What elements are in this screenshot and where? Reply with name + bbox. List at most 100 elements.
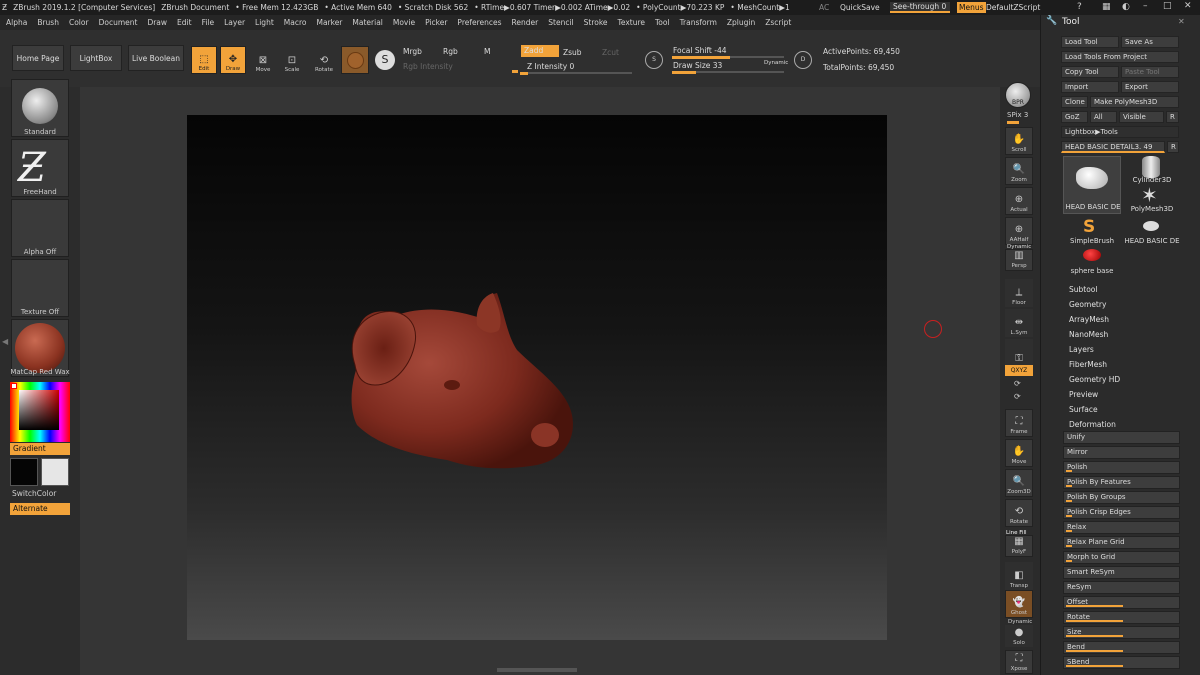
tool-thumb-cylinder3d[interactable]: Cylinder3D bbox=[1123, 156, 1181, 186]
menu-picker[interactable]: Picker bbox=[425, 18, 447, 27]
rgb-intensity-slider[interactable]: Rgb Intensity bbox=[403, 62, 453, 71]
copy-tool-button[interactable]: Copy Tool bbox=[1061, 66, 1119, 78]
left-tray-arrow-icon[interactable]: ◀ bbox=[2, 337, 8, 346]
color-square[interactable] bbox=[19, 390, 59, 430]
bottom-tray-handle[interactable] bbox=[497, 668, 577, 672]
subpalette-preview[interactable]: Preview bbox=[1069, 390, 1098, 399]
import-button[interactable]: Import bbox=[1061, 81, 1119, 93]
minimize-icon[interactable]: – bbox=[1143, 1, 1148, 11]
deformation-polish-crisp-edges[interactable]: Polish Crisp Edges bbox=[1063, 506, 1180, 519]
make-polymesh3d-button[interactable]: Make PolyMesh3D bbox=[1090, 96, 1179, 108]
aahalf-button[interactable]: ⊕ AAHalf bbox=[1005, 217, 1033, 245]
save-as-button[interactable]: Save As bbox=[1121, 36, 1179, 48]
tool-palette-title[interactable]: Tool bbox=[1062, 17, 1079, 27]
bpr-button[interactable]: BPR bbox=[1005, 82, 1031, 108]
dynamic-toggle[interactable]: Dynamic bbox=[764, 60, 788, 66]
spix-slider[interactable]: SPix 3 bbox=[1007, 111, 1028, 119]
default-zscript-button[interactable]: DefaultZScript bbox=[986, 3, 1040, 12]
menu-brush[interactable]: Brush bbox=[37, 18, 59, 27]
rgb-button[interactable]: Rgb bbox=[443, 47, 458, 56]
main-color-swatch[interactable] bbox=[10, 458, 38, 486]
lock-button[interactable]: ⚿ bbox=[1005, 339, 1033, 367]
clone-button[interactable]: Clone bbox=[1061, 96, 1088, 108]
live-boolean-button[interactable]: Live Boolean bbox=[128, 45, 184, 71]
menu-stroke[interactable]: Stroke bbox=[584, 18, 608, 27]
current-tool-slider[interactable]: HEAD BASIC DETAIL3. 49 bbox=[1061, 141, 1165, 153]
deformation-sbend[interactable]: SBend bbox=[1063, 656, 1180, 669]
goz-visible-button[interactable]: Visible bbox=[1119, 111, 1164, 123]
subpalette-nanomesh[interactable]: NanoMesh bbox=[1069, 330, 1108, 339]
standard-brush-icon[interactable]: S bbox=[375, 50, 395, 70]
menu-zplugin[interactable]: Zplugin bbox=[727, 18, 755, 27]
menu-material[interactable]: Material bbox=[352, 18, 382, 27]
tool-thumb-polymesh3d[interactable]: ✶ PolyMesh3D bbox=[1123, 185, 1181, 215]
menu-edit[interactable]: Edit bbox=[177, 18, 192, 27]
rotate-mode-button[interactable]: ⟲ Rotate bbox=[311, 46, 337, 74]
subpalette-subtool[interactable]: Subtool bbox=[1069, 285, 1097, 294]
subpalette-fibermesh[interactable]: FiberMesh bbox=[1069, 360, 1107, 369]
solo-button[interactable]: ● Solo bbox=[1005, 625, 1033, 647]
zcut-button[interactable]: Zcut bbox=[602, 48, 619, 57]
subpalette-layers[interactable]: Layers bbox=[1069, 345, 1094, 354]
backface-mask-icon[interactable]: D bbox=[794, 51, 812, 69]
polyf-button[interactable]: ▦ PolyF bbox=[1005, 535, 1033, 557]
deformation-polish-by-groups[interactable]: Polish By Groups bbox=[1063, 491, 1180, 504]
tool-thumb-head-basic[interactable]: HEAD BASIC DE bbox=[1063, 156, 1121, 214]
edit-mode-button[interactable]: ⬚ Edit bbox=[191, 46, 217, 74]
deformation-resym[interactable]: ReSym bbox=[1063, 581, 1180, 594]
menu-layer[interactable]: Layer bbox=[224, 18, 245, 27]
subpalette-geometry-hd[interactable]: Geometry HD bbox=[1069, 375, 1120, 384]
deformation-morph-to-grid[interactable]: Morph to Grid bbox=[1063, 551, 1180, 564]
goz-all-button[interactable]: All bbox=[1090, 111, 1117, 123]
secondary-color-swatch[interactable] bbox=[41, 458, 69, 486]
export-button[interactable]: Export bbox=[1121, 81, 1179, 93]
subpalette-geometry[interactable]: Geometry bbox=[1069, 300, 1106, 309]
color-picker[interactable] bbox=[10, 382, 70, 442]
paste-tool-button[interactable]: Paste Tool bbox=[1121, 66, 1179, 78]
deformation-relax[interactable]: Relax bbox=[1063, 521, 1180, 534]
deformation-relax-plane-grid[interactable]: Relax Plane Grid bbox=[1063, 536, 1180, 549]
menu-movie[interactable]: Movie bbox=[393, 18, 415, 27]
persp-button[interactable]: ▥ Persp bbox=[1005, 249, 1033, 271]
menu-texture[interactable]: Texture bbox=[618, 18, 645, 27]
goz-button[interactable]: GoZ bbox=[1061, 111, 1088, 123]
local-symmetry-button[interactable]: ⇹ L.Sym bbox=[1005, 309, 1033, 337]
deformation-rotate[interactable]: Rotate bbox=[1063, 611, 1180, 624]
actual-button[interactable]: ⊕ Actual bbox=[1005, 187, 1033, 215]
frame-button[interactable]: ⛶ Frame bbox=[1005, 409, 1033, 437]
deformation-offset[interactable]: Offset bbox=[1063, 596, 1180, 609]
scroll-button[interactable]: ✋ Scroll bbox=[1005, 127, 1033, 155]
menu-file[interactable]: File bbox=[202, 18, 215, 27]
tool-thumb-simplebrush[interactable]: S SimpleBrush bbox=[1063, 217, 1121, 247]
menus-button[interactable]: Menus bbox=[957, 2, 986, 13]
maximize-icon[interactable]: □ bbox=[1163, 1, 1172, 11]
home-page-button[interactable]: Home Page bbox=[12, 45, 64, 71]
move-button[interactable]: ✋ Move bbox=[1005, 439, 1033, 467]
ac-label[interactable]: AC bbox=[819, 3, 829, 12]
rotate-button[interactable]: ⟲ Rotate bbox=[1005, 499, 1033, 527]
deformation-smart-resym[interactable]: Smart ReSym bbox=[1063, 566, 1180, 579]
palette-settings-icon[interactable]: ✕ bbox=[1178, 17, 1185, 26]
menu-render[interactable]: Render bbox=[512, 18, 539, 27]
palette-icon[interactable]: ◐ bbox=[1122, 2, 1130, 12]
move-mode-button[interactable]: ⊠ Move bbox=[250, 46, 276, 74]
subpalette-deformation[interactable]: Deformation bbox=[1069, 420, 1116, 429]
subpalette-surface[interactable]: Surface bbox=[1069, 405, 1098, 414]
lightbox-tools-button[interactable]: Lightbox▶Tools bbox=[1061, 126, 1179, 138]
m-button[interactable]: M bbox=[484, 47, 490, 56]
menu-light[interactable]: Light bbox=[255, 18, 274, 27]
ghost-button[interactable]: 👻 Ghost bbox=[1005, 590, 1033, 618]
quicksave-button[interactable]: QuickSave bbox=[840, 3, 880, 12]
menu-tool[interactable]: Tool bbox=[655, 18, 670, 27]
help-icon[interactable]: ? bbox=[1077, 2, 1082, 12]
load-tools-from-project-button[interactable]: Load Tools From Project bbox=[1061, 51, 1179, 63]
gradient-button[interactable]: Gradient bbox=[10, 443, 70, 455]
deformation-mirror[interactable]: Mirror bbox=[1063, 446, 1180, 459]
zoom-button[interactable]: 🔍 Zoom bbox=[1005, 157, 1033, 185]
switch-color-button[interactable]: SwitchColor bbox=[12, 489, 56, 498]
transp-button[interactable]: ◧ Transp bbox=[1005, 562, 1033, 590]
see-through-slider[interactable]: See-through 0 bbox=[890, 2, 950, 13]
tool-thumb-sphere-base[interactable]: sphere base bbox=[1063, 247, 1121, 277]
layout-icon[interactable]: ▦ bbox=[1102, 2, 1111, 12]
current-tool-r-button[interactable]: R bbox=[1167, 141, 1179, 153]
